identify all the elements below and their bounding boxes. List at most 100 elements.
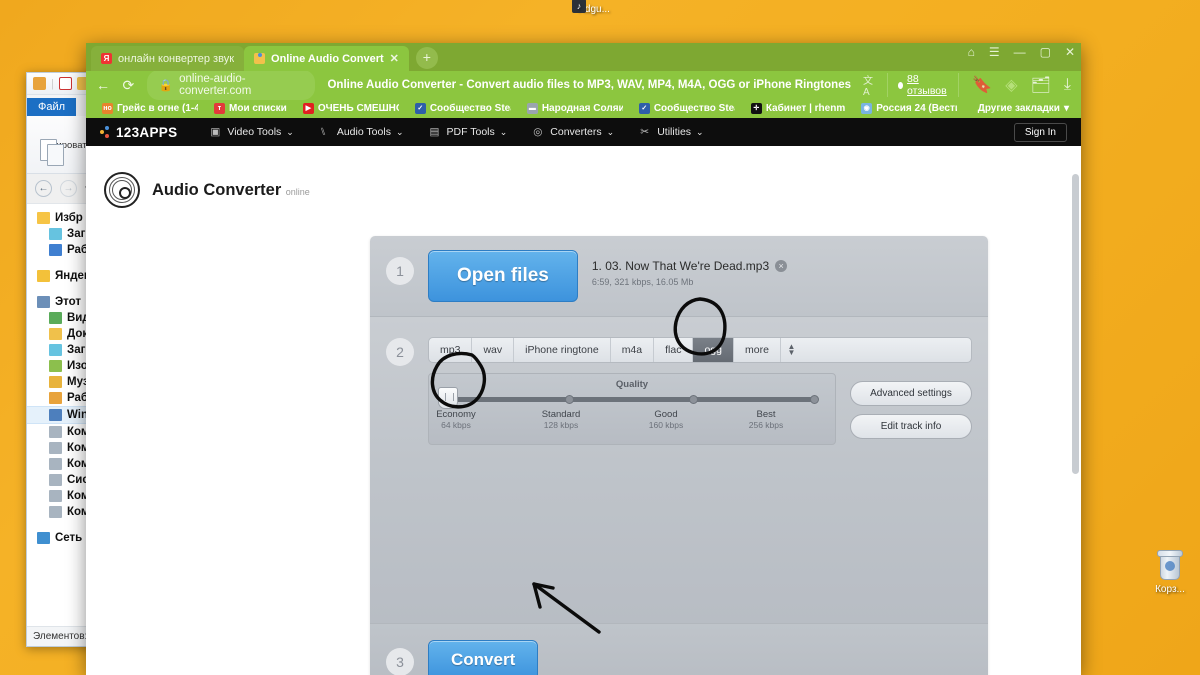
bookmarks-bar[interactable]: но Грейс в огне (1-4 т Мои списки ▶ ОЧЕНЬ СМЕ… [86,99,1081,118]
quality-stop-dot[interactable] [810,395,819,404]
window-controls[interactable]: ⌂ ☰ — ▢ ✕ [968,45,1075,59]
browser-tab-strip[interactable]: Я онлайн конвертер звук Online Audio Con… [86,43,1081,71]
forward-icon[interactable]: → [60,180,77,197]
bookmark-item[interactable]: т Мои списки [206,103,295,114]
bookmark-favicon-icon: ▶ [302,103,314,114]
browser-toolbar[interactable]: ← ⟳ 🔒 online-audio-converter.com Online … [86,70,1081,100]
format-tab-ogg[interactable]: ogg [693,338,734,362]
bookmark-item[interactable]: ▶ ОЧЕНЬ СМЕШНО [295,103,407,114]
site-nav-item[interactable]: ▤ PDF Tools ⌄ [417,126,521,138]
collections-icon[interactable]: ⌂ [968,45,975,59]
ribbon-tab-file[interactable]: Файл [27,98,77,116]
back-icon[interactable]: ← [96,77,110,93]
quality-stop-dot[interactable] [565,395,575,404]
remove-file-icon[interactable]: × [775,260,788,272]
site-nav-item[interactable]: ⑊ Audio Tools ⌄ [307,126,417,138]
format-tab-more[interactable]: more [734,338,780,362]
minimize-icon[interactable]: — [1014,45,1026,59]
browser-tab-2[interactable]: Online Audio Convert ✕ [244,46,409,71]
bookmark-item[interactable]: ✓ Сообщество Stea [631,103,743,114]
collections-icon[interactable]: 🗂 [1031,75,1051,95]
bookmark-label: Грейс в огне (1-4 [117,103,198,114]
quality-title: Quality [615,379,649,390]
menu-icon[interactable]: ☰ [989,45,1000,59]
reviews-badge[interactable]: 88 отзывов [886,73,960,97]
convert-button[interactable]: Convert [428,640,539,675]
tools-icon: ✂ [640,126,650,138]
bookmark-favicon-icon: но [102,103,113,114]
adguard-icon[interactable]: ◈ [1005,75,1017,95]
bookmark-label: Народная Соляи [541,103,623,114]
chevron-down-icon: ⌄ [499,126,508,137]
scrollbar-thumb[interactable] [1072,174,1079,474]
folder-icon [49,312,62,324]
quality-labels: Economy 64 kbps Standard 128 kbps Good 1… [436,409,821,435]
desktop-icon-adguard[interactable]: ♪ Adgu... [560,0,626,15]
tab-close-icon[interactable]: ✕ [390,52,399,65]
file-info: 1. 03. Now That We're Dead.mp3 × 6:59, 3… [592,250,788,287]
advanced-settings-button[interactable]: Advanced settings [850,381,972,406]
explorer-tree-item-label: Сеть [55,532,83,544]
quality-side-buttons: Advanced settings Edit track info [850,373,972,445]
maximize-icon[interactable]: ▢ [1040,45,1051,59]
audio-wave-icon: ⑊ [319,126,327,138]
lock-icon: 🔒 [158,80,174,92]
format-tab-wav[interactable]: wav [472,338,515,362]
folder-icon [49,426,62,438]
close-icon[interactable]: ✕ [1065,45,1075,59]
quality-label-standard: Standard 128 kbps [541,409,581,430]
bookmark-item[interactable]: ▬ Народная Соляи [519,103,631,114]
explorer-tree-item-label: Яндек [55,270,90,282]
page-subtitle: online [285,186,310,197]
quality-slider-handle[interactable] [438,387,458,409]
browser-window[interactable]: Я онлайн конвертер звук Online Audio Con… [86,43,1081,675]
desktop-icon-recycle-bin[interactable]: Корз... [1137,548,1200,595]
quality-row: Quality Economy 64 kbps Standard 128 kbp… [428,373,972,445]
site-logo[interactable]: 123APPS [100,125,177,140]
browser-tab-1[interactable]: Я онлайн конвертер звук [91,46,245,71]
downloads-icon[interactable]: ⤓ [1064,76,1071,94]
format-tabs[interactable]: mp3 wav iPhone ringtone m4a flac ogg more ▲ ▼ [428,337,972,363]
format-tab-mp3[interactable]: mp3 [429,338,473,362]
other-bookmarks-button[interactable]: Другие закладки ▾ [978,103,1073,114]
bookmark-item[interactable]: но Грейс в огне (1-4 [94,103,206,114]
site-nav-item-label: Audio Tools [336,126,391,138]
recycle-bin-icon [1155,548,1185,582]
video-icon: ▣ [210,126,221,138]
edit-track-info-button[interactable]: Edit track info [850,414,972,439]
bookmark-favicon-icon: ✓ [638,103,650,114]
folder-icon [49,506,62,518]
page-scrollbar[interactable] [1072,146,1080,666]
sign-in-button[interactable]: Sign In [1013,122,1067,142]
reviews-dot-icon [897,81,904,89]
adguard-badge-icon: ♪ [572,0,587,13]
folder-icon [49,360,62,372]
back-icon[interactable]: ← [35,180,52,197]
bookmark-label: ОЧЕНЬ СМЕШНО [317,103,399,114]
bookmark-icon[interactable]: 🔖 [972,75,992,95]
site-nav-item[interactable]: ◎ Converters ⌄ [520,126,627,138]
address-bar[interactable]: 🔒 online-audio-converter.com [146,70,316,100]
format-tab-iphone-ringtone[interactable]: iPhone ringtone [514,338,611,362]
format-spinner-icon[interactable]: ▲ ▼ [779,338,802,362]
quality-selector[interactable]: Quality Economy 64 kbps Standard 128 kbp… [428,373,836,445]
site-nav-item[interactable]: ✂ Utilities ⌄ [627,126,716,138]
format-tab-flac[interactable]: flac [654,338,694,362]
bookmark-item[interactable]: ◉ Россия 24 (Вести [853,103,965,114]
quality-slider-track[interactable] [438,387,819,409]
open-files-button[interactable]: Open files [428,250,578,302]
desktop-icon-label: Корз... [1155,584,1185,595]
bookmark-label: Сообщество Stea [429,103,511,114]
bookmark-item[interactable]: ✛ Кабинет | rhenm [743,103,853,114]
site-nav-item[interactable]: ▣ Video Tools ⌄ [197,126,306,138]
reload-icon[interactable]: ⟳ [122,77,135,94]
new-tab-button[interactable]: + [415,47,438,69]
toolbar-right-icons[interactable]: 文A 88 отзывов 🔖 ◈ 🗂 ⤓ [863,72,1071,98]
translate-icon[interactable]: 文A [863,72,874,98]
bookmark-item[interactable]: ✓ Сообщество Stea [407,103,519,114]
folder-icon [49,376,62,388]
format-tab-m4a[interactable]: m4a [611,338,655,362]
site-navbar[interactable]: 123APPS ▣ Video Tools ⌄ ⑊ Audio Tools ⌄ ▤ PDF T… [86,118,1081,146]
quality-stop-dot[interactable] [689,395,699,404]
explorer-properties-icon[interactable] [58,77,72,90]
